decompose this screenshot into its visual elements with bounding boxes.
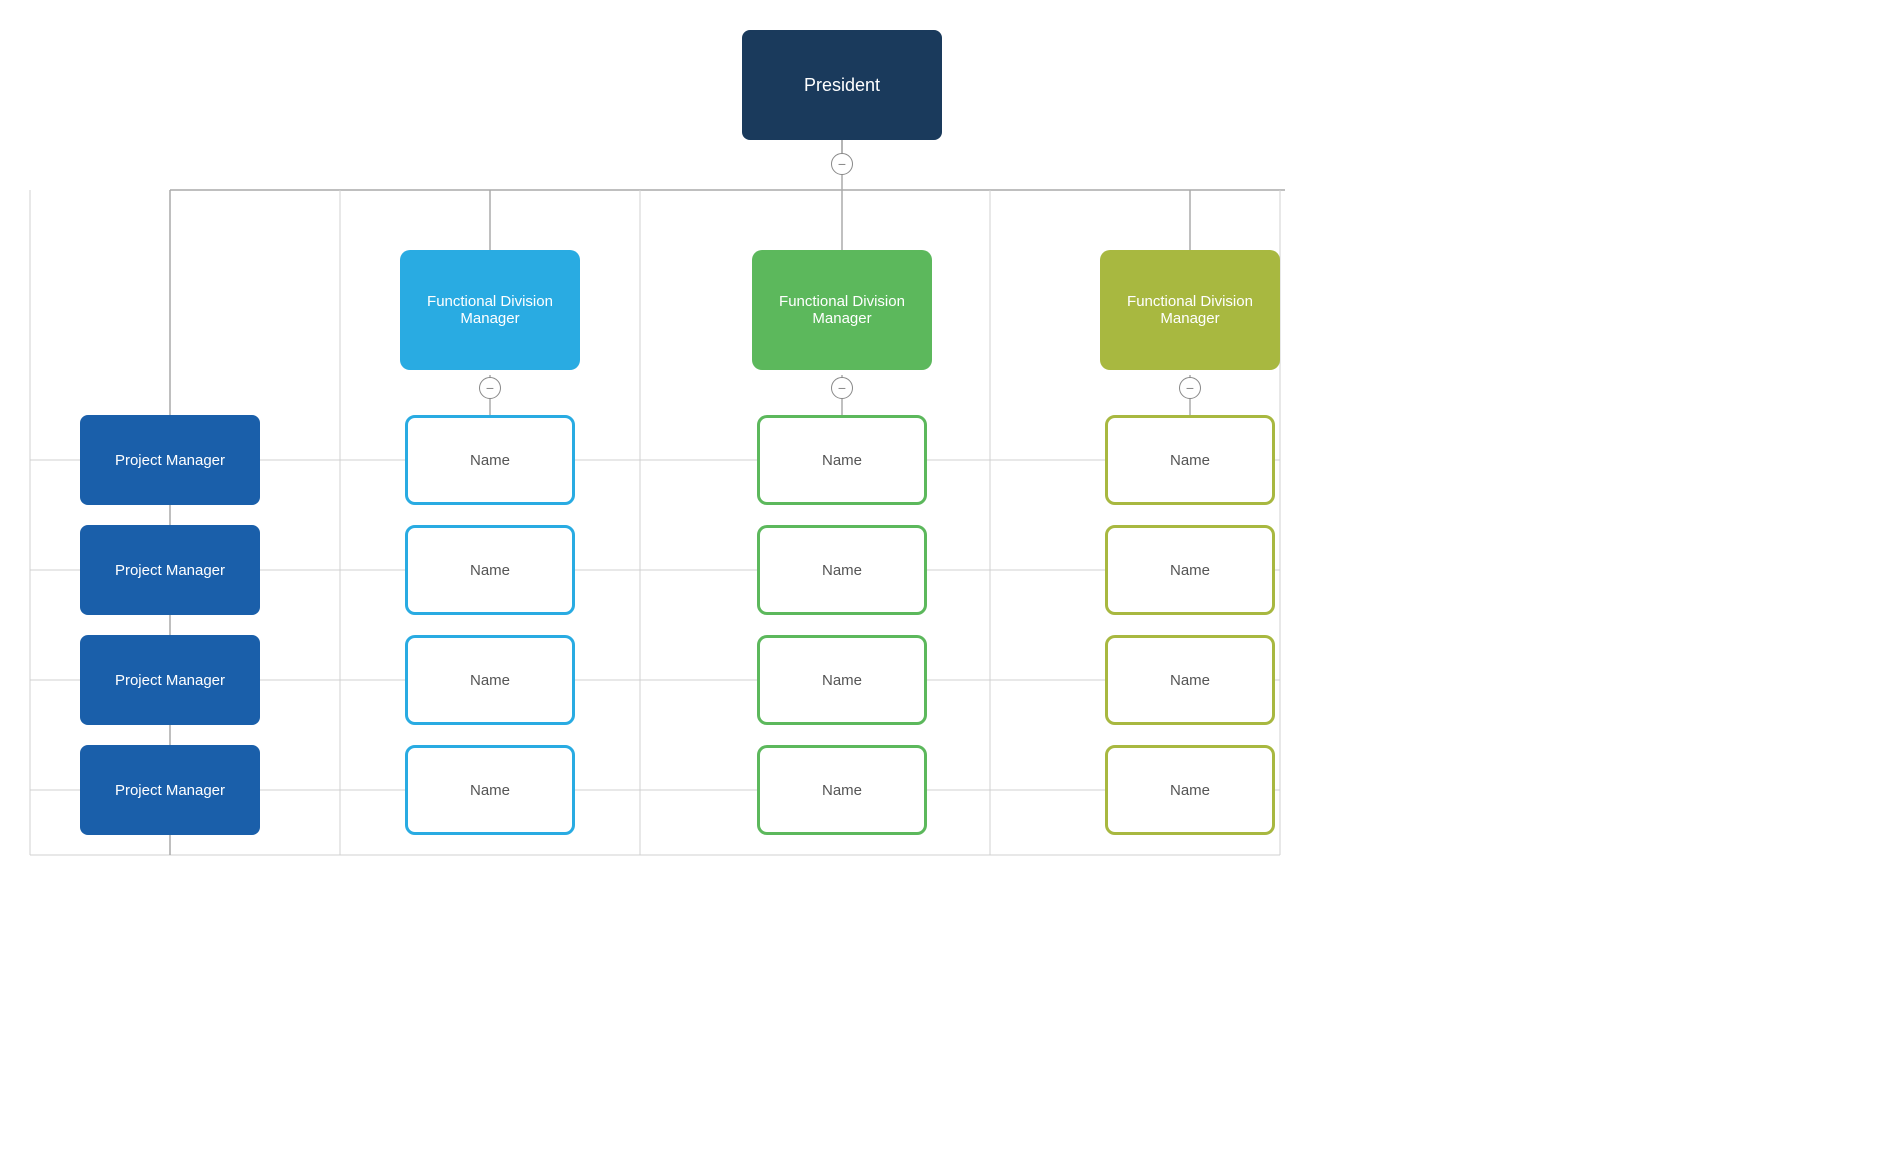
name-blue-2-label: Name <box>470 562 510 579</box>
name-blue-2: Name <box>405 525 575 615</box>
org-chart: President − Functional DivisionManager −… <box>0 0 1884 1158</box>
fdm1-label: Functional DivisionManager <box>427 293 553 327</box>
name-olive-4-label: Name <box>1170 782 1210 799</box>
name-blue-4-label: Name <box>470 782 510 799</box>
president-collapse-btn[interactable]: − <box>831 153 853 175</box>
name-blue-1-label: Name <box>470 452 510 469</box>
name-olive-1-label: Name <box>1170 452 1210 469</box>
pm-node-2: Project Manager <box>80 525 260 615</box>
connectors-svg <box>0 0 1884 1158</box>
name-green-4: Name <box>757 745 927 835</box>
fdm3-collapse-btn[interactable]: − <box>1179 377 1201 399</box>
name-green-1: Name <box>757 415 927 505</box>
fdm-node-2: Functional DivisionManager <box>752 250 932 370</box>
name-blue-1: Name <box>405 415 575 505</box>
name-olive-3: Name <box>1105 635 1275 725</box>
name-green-1-label: Name <box>822 452 862 469</box>
name-blue-3-label: Name <box>470 672 510 689</box>
pm-node-3: Project Manager <box>80 635 260 725</box>
president-label: President <box>804 75 880 96</box>
name-olive-4: Name <box>1105 745 1275 835</box>
fdm2-collapse-btn[interactable]: − <box>831 377 853 399</box>
name-olive-1: Name <box>1105 415 1275 505</box>
fdm1-collapse-btn[interactable]: − <box>479 377 501 399</box>
name-green-2-label: Name <box>822 562 862 579</box>
pm3-label: Project Manager <box>115 672 225 689</box>
president-node: President <box>742 30 942 140</box>
name-green-4-label: Name <box>822 782 862 799</box>
name-blue-4: Name <box>405 745 575 835</box>
fdm-node-1: Functional DivisionManager <box>400 250 580 370</box>
name-green-2: Name <box>757 525 927 615</box>
pm-node-1: Project Manager <box>80 415 260 505</box>
pm-node-4: Project Manager <box>80 745 260 835</box>
fdm2-label: Functional DivisionManager <box>779 293 905 327</box>
pm1-label: Project Manager <box>115 452 225 469</box>
name-green-3-label: Name <box>822 672 862 689</box>
pm4-label: Project Manager <box>115 782 225 799</box>
name-green-3: Name <box>757 635 927 725</box>
name-olive-2: Name <box>1105 525 1275 615</box>
name-olive-3-label: Name <box>1170 672 1210 689</box>
name-olive-2-label: Name <box>1170 562 1210 579</box>
fdm-node-3: Functional DivisionManager <box>1100 250 1280 370</box>
pm2-label: Project Manager <box>115 562 225 579</box>
name-blue-3: Name <box>405 635 575 725</box>
collapse-symbol: − <box>838 156 846 172</box>
fdm3-label: Functional DivisionManager <box>1127 293 1253 327</box>
